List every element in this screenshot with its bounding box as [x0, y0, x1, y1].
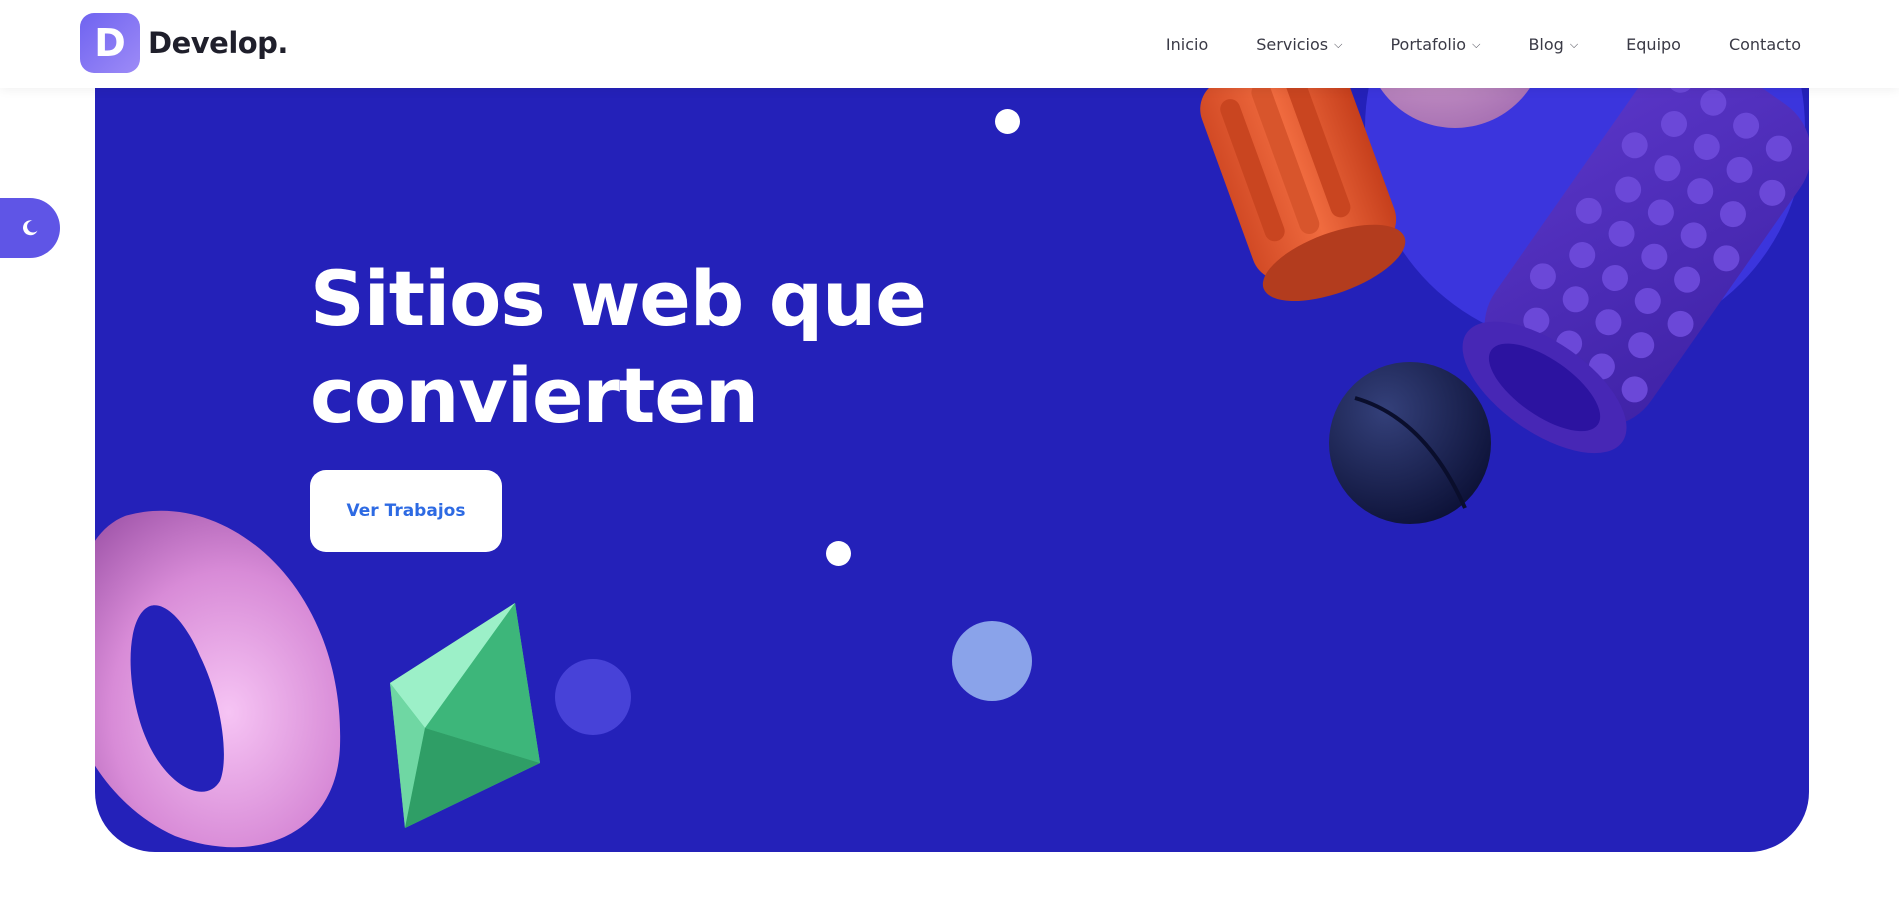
- brand-logo[interactable]: D Develop.: [80, 13, 288, 73]
- theme-toggle-button[interactable]: [0, 198, 60, 258]
- nav-item-label: Equipo: [1626, 34, 1681, 54]
- hero-section: Sitios web que convierten Ver Trabajos: [95, 88, 1809, 852]
- nav-item-label: Contacto: [1728, 34, 1801, 54]
- site-header: D Develop. Inicio Servicios ⌵ Portafolio…: [0, 0, 1899, 88]
- decorative-dot-white: [995, 109, 1020, 134]
- decorative-gem-green: [390, 603, 540, 828]
- brand-name: Develop.: [148, 26, 288, 60]
- decorative-circle-indigo: [555, 659, 631, 735]
- nav-item-label: Inicio: [1165, 34, 1209, 54]
- nav-item-portafolio[interactable]: Portafolio ⌵: [1390, 35, 1480, 54]
- nav-item-equipo[interactable]: Equipo: [1626, 35, 1681, 54]
- nav-item-label: Blog: [1528, 34, 1564, 54]
- decorative-cylinder-orange: [1200, 88, 1406, 301]
- decorative-dot-white: [826, 541, 851, 566]
- nav-item-label: Portafolio: [1390, 34, 1467, 54]
- logo-mark: D: [80, 13, 140, 73]
- nav-item-contacto[interactable]: Contacto: [1729, 35, 1801, 54]
- hero-title-line1: Sitios web que: [310, 254, 927, 343]
- decorative-circle-lightblue: [952, 621, 1032, 701]
- chevron-down-icon: ⌵: [1472, 38, 1481, 51]
- hero-title: Sitios web que convierten: [310, 250, 1030, 444]
- main-nav: Inicio Servicios ⌵ Portafolio ⌵ Blog ⌵ E…: [1166, 0, 1801, 88]
- chevron-down-icon: ⌵: [1334, 38, 1343, 51]
- decorative-ball-navy: [1329, 362, 1491, 524]
- nav-item-blog[interactable]: Blog ⌵: [1528, 35, 1578, 54]
- nav-item-label: Servicios: [1256, 34, 1329, 54]
- view-work-button[interactable]: Ver Trabajos: [310, 470, 502, 552]
- nav-item-inicio[interactable]: Inicio: [1166, 35, 1208, 54]
- hero-title-line2: convierten: [310, 351, 759, 440]
- nav-item-servicios[interactable]: Servicios ⌵: [1256, 35, 1342, 54]
- chevron-down-icon: ⌵: [1569, 38, 1579, 51]
- moon-icon: [23, 220, 38, 236]
